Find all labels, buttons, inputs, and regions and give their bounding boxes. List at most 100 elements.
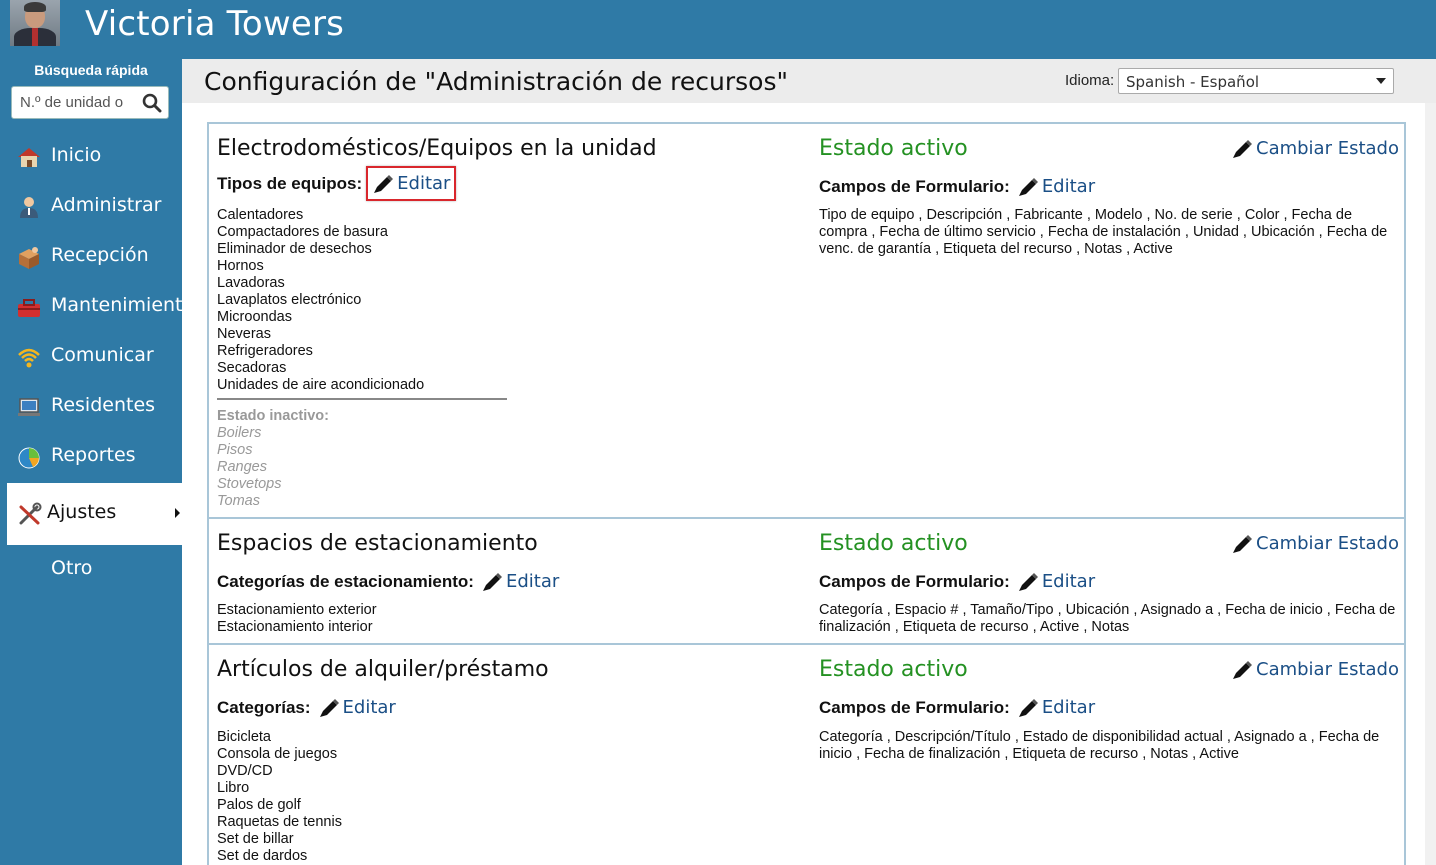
property-title: Victoria Towers bbox=[85, 4, 345, 44]
section-title: Artículos de alquiler/préstamo bbox=[217, 657, 549, 682]
app-header: Victoria Towers bbox=[0, 0, 1436, 59]
list-item: Bicicleta bbox=[217, 729, 271, 745]
search-icon[interactable] bbox=[142, 93, 162, 113]
list-item: Estacionamiento interior bbox=[217, 619, 373, 635]
quick-search-label: Búsqueda rápida bbox=[34, 62, 148, 78]
list-item: Ranges bbox=[217, 459, 267, 475]
list-item: Hornos bbox=[217, 258, 264, 274]
house-icon bbox=[18, 148, 40, 167]
nav-item-mantenimiento[interactable]: Mantenimiento bbox=[0, 281, 194, 331]
edit-form-fields-button[interactable]: Editar bbox=[1017, 176, 1095, 197]
nav-item-otro[interactable]: Otro bbox=[0, 544, 182, 594]
rental-category-list: Bicicleta Consola de juegos DVD/CD Libro… bbox=[217, 729, 342, 865]
vertical-scrollbar[interactable] bbox=[1425, 103, 1436, 865]
divider bbox=[217, 398, 507, 400]
list-item: Set de dardos bbox=[217, 848, 308, 864]
edit-parking-categories-button[interactable]: Editar bbox=[481, 571, 559, 592]
edit-equipment-types-button[interactable]: Editar bbox=[366, 166, 457, 201]
toolbox-icon bbox=[18, 299, 40, 317]
change-status-button[interactable]: Cambiar Estado bbox=[1231, 659, 1399, 680]
list-item: DVD/CD bbox=[217, 763, 273, 779]
pen-icon bbox=[1018, 572, 1038, 591]
pen-icon bbox=[482, 572, 502, 591]
list-item: Eliminador de desechos bbox=[217, 241, 372, 257]
section-title: Espacios de estacionamiento bbox=[217, 531, 538, 556]
page-title: Configuración de "Administración de recu… bbox=[204, 67, 788, 96]
parking-categories-label: Categorías de estacionamiento: Editar bbox=[217, 571, 560, 592]
pie-chart-icon bbox=[18, 447, 40, 469]
inactive-type-list: Boilers Pisos Ranges Stovetops Tomas bbox=[217, 425, 282, 510]
list-item: Compactadores de basura bbox=[217, 224, 388, 240]
section-appliances: Electrodomésticos/Equipos en la unidad E… bbox=[209, 124, 1404, 519]
package-icon bbox=[19, 247, 39, 269]
list-item: Tomas bbox=[217, 493, 260, 509]
list-item: Estacionamiento exterior bbox=[217, 602, 377, 618]
equipment-type-list: Calentadores Compactadores de basura Eli… bbox=[217, 207, 424, 394]
main-content: Configuración de "Administración de recu… bbox=[182, 59, 1436, 865]
list-item: Stovetops bbox=[217, 476, 282, 492]
list-item: Set de billar bbox=[217, 831, 294, 847]
form-fields-label: Campos de Formulario: Editar bbox=[819, 697, 1096, 718]
list-item: Libro bbox=[217, 780, 250, 796]
pen-icon bbox=[1233, 660, 1252, 679]
nav-item-administrar[interactable]: Administrar bbox=[0, 181, 182, 231]
quick-search-box bbox=[11, 86, 169, 119]
change-status-button[interactable]: Cambiar Estado bbox=[1231, 138, 1399, 159]
list-item: Secadoras bbox=[217, 360, 287, 376]
list-item: Lavaplatos electrónico bbox=[217, 292, 362, 308]
pen-icon bbox=[1018, 177, 1038, 196]
change-status-button[interactable]: Cambiar Estado bbox=[1231, 533, 1399, 554]
resource-sections: Electrodomésticos/Equipos en la unidad E… bbox=[207, 122, 1406, 865]
language-label: Idioma: bbox=[1065, 72, 1115, 89]
title-bar: Configuración de "Administración de recu… bbox=[182, 59, 1436, 103]
manager-icon bbox=[20, 197, 38, 218]
form-fields-text: Categoría , Descripción/Título , Estado … bbox=[819, 729, 1380, 762]
list-item: Calentadores bbox=[217, 207, 304, 223]
equipment-types-label: Tipos de equipos: Editar bbox=[217, 166, 457, 201]
nav-item-reportes[interactable]: Reportes bbox=[0, 431, 182, 481]
language-select[interactable]: Spanish - Español bbox=[1118, 68, 1394, 94]
sidebar: Búsqueda rápida Inicio Administrar Re bbox=[0, 59, 194, 865]
list-item: Lavadoras bbox=[217, 275, 285, 291]
status-label: Estado activo bbox=[819, 657, 968, 682]
parking-category-list: Estacionamiento exterior Estacionamiento… bbox=[217, 602, 377, 636]
inactive-status-label: Estado inactivo: bbox=[217, 408, 329, 424]
list-item: Palos de golf bbox=[217, 797, 301, 813]
section-title: Electrodomésticos/Equipos en la unidad bbox=[217, 136, 657, 161]
list-item: Refrigeradores bbox=[217, 343, 313, 359]
nav-item-residentes[interactable]: Residentes bbox=[0, 381, 182, 431]
list-item: Microondas bbox=[217, 309, 292, 325]
user-avatar[interactable] bbox=[10, 0, 60, 46]
edit-form-fields-button[interactable]: Editar bbox=[1017, 697, 1095, 718]
nav-item-inicio[interactable]: Inicio bbox=[0, 131, 182, 181]
pen-icon bbox=[319, 698, 339, 717]
list-item: Consola de juegos bbox=[217, 746, 338, 762]
dropdown-arrow-icon bbox=[1376, 78, 1386, 84]
nav-item-ajustes[interactable]: Ajustes bbox=[7, 483, 182, 545]
edit-rental-categories-button[interactable]: Editar bbox=[318, 697, 396, 718]
form-fields-label: Campos de Formulario: Editar bbox=[819, 571, 1096, 592]
pen-icon bbox=[1233, 534, 1252, 553]
list-item: Raquetas de tennis bbox=[217, 814, 342, 830]
pen-icon bbox=[1018, 698, 1038, 717]
list-item: Neveras bbox=[217, 326, 271, 342]
broadcast-icon bbox=[18, 348, 40, 368]
laptop-icon bbox=[18, 398, 40, 416]
tools-icon bbox=[19, 502, 42, 525]
nav-item-comunicar[interactable]: Comunicar bbox=[0, 331, 182, 381]
form-fields-label: Campos de Formulario: Editar bbox=[819, 176, 1096, 197]
pen-icon bbox=[1233, 139, 1252, 158]
list-item: Unidades de aire acondicionado bbox=[217, 377, 425, 393]
section-rental-items: Artículos de alquiler/préstamo Estado ac… bbox=[209, 645, 1404, 865]
pen-icon bbox=[374, 174, 394, 193]
quick-search-input[interactable] bbox=[12, 87, 138, 118]
edit-form-fields-button[interactable]: Editar bbox=[1017, 571, 1095, 592]
status-label: Estado activo bbox=[819, 531, 968, 556]
submenu-arrow-icon bbox=[175, 508, 180, 518]
rental-categories-label: Categorías: Editar bbox=[217, 697, 396, 718]
list-item: Pisos bbox=[217, 442, 253, 458]
list-item: Boilers bbox=[217, 425, 262, 441]
nav-item-recepcion[interactable]: Recepción bbox=[0, 231, 182, 281]
section-parking: Espacios de estacionamiento Estado activ… bbox=[209, 519, 1404, 645]
form-fields-text: Categoría , Espacio # , Tamaño/Tipo , Ub… bbox=[819, 602, 1396, 635]
